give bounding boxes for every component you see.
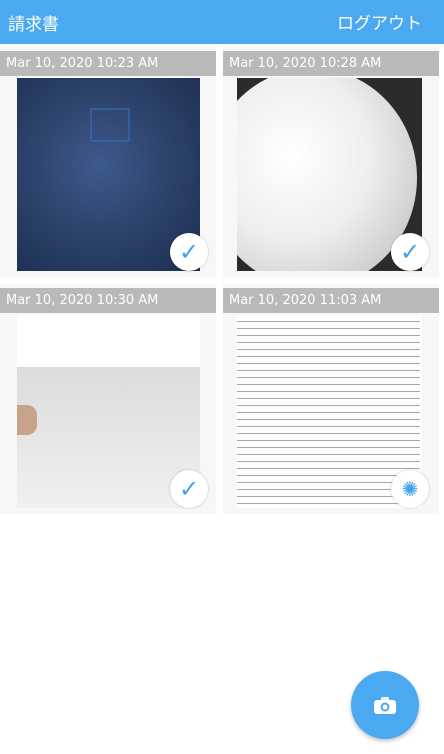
card-timestamp: Mar 10, 2020 10:28 AM — [223, 51, 439, 76]
page-title: 請求書 — [8, 15, 59, 35]
loading-spinner-icon: ✺ — [391, 470, 429, 508]
photo-receipt — [17, 315, 200, 367]
invoice-card[interactable]: Mar 10, 2020 11:03 AM ✺ — [223, 284, 439, 514]
card-timestamp: Mar 10, 2020 10:23 AM — [0, 51, 216, 76]
check-icon: ✓ — [170, 470, 208, 508]
check-icon: ✓ — [170, 233, 208, 271]
check-icon: ✓ — [391, 233, 429, 271]
photo-mark — [90, 108, 130, 142]
invoice-card[interactable]: Mar 10, 2020 10:23 AM ✓ — [0, 47, 216, 277]
app-header: 請求書 ログアウト — [0, 0, 444, 44]
invoice-card[interactable]: Mar 10, 2020 10:30 AM ✓ — [0, 284, 216, 514]
camera-icon — [374, 697, 396, 714]
camera-button[interactable] — [351, 671, 419, 739]
photo-finger — [17, 405, 37, 435]
invoice-card[interactable]: Mar 10, 2020 10:28 AM ✓ — [223, 47, 439, 277]
logout-button[interactable]: ログアウト — [337, 9, 422, 34]
card-timestamp: Mar 10, 2020 10:30 AM — [0, 288, 216, 313]
card-timestamp: Mar 10, 2020 11:03 AM — [223, 288, 439, 313]
photo-shape — [237, 78, 417, 271]
